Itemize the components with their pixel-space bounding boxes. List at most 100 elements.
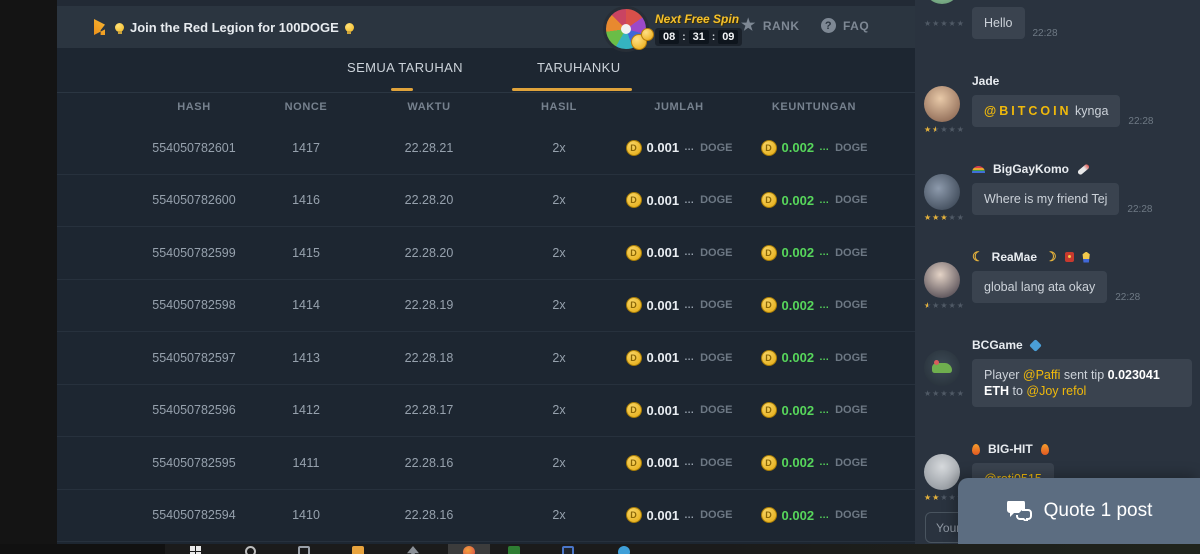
avatar[interactable] — [924, 262, 960, 298]
cell-hash: 554050782597 — [130, 351, 258, 365]
code-editor-icon[interactable] — [562, 546, 574, 554]
mention-link[interactable]: @Paffi — [1023, 368, 1060, 382]
star-icon: ★ — [924, 214, 931, 222]
avatar[interactable] — [924, 350, 960, 386]
file-explorer-icon[interactable] — [352, 546, 364, 554]
official-badge-icon — [1029, 339, 1042, 352]
spin-countdown-timer: 08 : 31 : 09 — [655, 28, 742, 46]
username[interactable]: BigGayKomo — [993, 162, 1069, 176]
star-icon: ★ — [949, 214, 956, 222]
fire-icon — [972, 444, 980, 455]
table-row[interactable]: 554050782600 1416 22.28.20 2x D 0.001… D… — [57, 175, 915, 228]
star-half-icon: ★★ — [924, 302, 931, 310]
star-icon: ★ — [940, 214, 947, 222]
doge-coin-icon: D — [626, 507, 642, 523]
app-icon[interactable] — [407, 546, 419, 554]
username[interactable]: ReaMae — [992, 250, 1037, 264]
cell-nonce: 1413 — [258, 351, 354, 365]
main-area: Join the Red Legion for 100DOGE Next Fre… — [57, 0, 915, 544]
tab-all-bets[interactable]: SEMUA TARUHAN — [347, 60, 463, 75]
chat-bubble: @BITCOIN kynga — [972, 95, 1120, 127]
crocodile-avatar-icon — [932, 363, 952, 373]
star-icon: ★ — [932, 494, 939, 502]
header-nonce: NONCE — [258, 101, 354, 113]
cell-waktu: 22.28.16 — [354, 508, 504, 522]
table-row[interactable]: 554050782601 1417 22.28.21 2x D 0.001… D… — [57, 122, 915, 175]
cell-jumlah: D 0.001… DOGE — [614, 192, 744, 208]
left-black-strip — [0, 0, 57, 554]
cell-keuntungan: D 0.002… DOGE — [744, 507, 884, 523]
chat-bubble: Player @Paffi sent tip 0.023041 ETH to @… — [972, 359, 1192, 407]
cell-hasil: 2x — [504, 298, 614, 312]
coin-icon — [641, 28, 654, 41]
table-row[interactable]: 554050782599 1415 22.28.20 2x D 0.001… D… — [57, 227, 915, 280]
username[interactable]: BIG-HIT — [988, 442, 1033, 456]
cell-hash: 554050782599 — [130, 246, 258, 260]
star-icon: ★ — [932, 214, 939, 222]
chat-message-list[interactable]: ★★★★★ Joy refol Hello 22:28 ★★★★★★ Jade — [915, 0, 1200, 504]
avatar[interactable] — [924, 0, 960, 4]
currency-label: DOGE — [835, 247, 867, 259]
cell-keuntungan: D 0.002… DOGE — [744, 297, 884, 313]
username[interactable]: BCGame — [972, 338, 1023, 352]
app-root: Join the Red Legion for 100DOGE Next Fre… — [0, 0, 1200, 554]
announcement-bar: Join the Red Legion for 100DOGE Next Fre… — [57, 6, 915, 48]
table-row[interactable]: 554050782595 1411 22.28.16 2x D 0.001… D… — [57, 437, 915, 490]
cell-nonce: 1414 — [258, 298, 354, 312]
excel-icon[interactable] — [508, 546, 520, 554]
doge-coin-icon: D — [626, 297, 642, 313]
chat-message: ★★★★★ Joy refol Hello 22:28 — [924, 0, 1192, 39]
mention-link[interactable]: @Joy refol — [1026, 384, 1086, 398]
cell-hasil: 2x — [504, 403, 614, 417]
doge-coin-icon: D — [761, 297, 777, 313]
announcement-banner[interactable]: Join the Red Legion for 100DOGE — [85, 6, 354, 48]
header-hash: HASH — [130, 101, 258, 113]
crescent-moon-left-icon: ☾ — [972, 249, 984, 265]
profit-amount: 0.002 — [782, 350, 815, 365]
star-icon: ★ — [940, 302, 947, 310]
truncation-ellipsis: … — [684, 457, 695, 468]
profit-amount: 0.002 — [782, 403, 815, 418]
cell-keuntungan: D 0.002… DOGE — [744, 245, 884, 261]
table-row[interactable]: 554050782594 1410 22.28.16 2x D 0.001… D… — [57, 490, 915, 543]
browser-icon — [463, 546, 475, 554]
timer-seconds: 09 — [718, 30, 738, 44]
currency-label: DOGE — [700, 404, 732, 416]
header-keuntungan: KEUNTUNGAN — [744, 101, 884, 113]
windows-start-icon[interactable] — [190, 546, 202, 554]
profit-amount: 0.002 — [782, 455, 815, 470]
username[interactable]: Jade — [972, 74, 999, 88]
active-app-slot[interactable] — [448, 544, 490, 554]
cell-hasil: 2x — [504, 456, 614, 470]
doge-coin-icon: D — [761, 192, 777, 208]
avatar[interactable] — [924, 86, 960, 122]
currency-label: DOGE — [835, 299, 867, 311]
doge-coin-icon: D — [626, 192, 642, 208]
truncation-ellipsis: … — [684, 300, 695, 311]
faq-button[interactable]: ? FAQ — [821, 18, 869, 33]
search-icon[interactable] — [245, 546, 256, 554]
tab-indicator-short — [391, 88, 413, 91]
star-icon: ★ — [940, 494, 947, 502]
quote-post-label: Quote 1 post — [1044, 500, 1153, 522]
lightbulb-icon — [115, 23, 124, 32]
currency-label: DOGE — [835, 142, 867, 154]
currency-label: DOGE — [700, 352, 732, 364]
quote-post-button[interactable]: Quote 1 post — [958, 478, 1200, 544]
tab-my-bets[interactable]: TARUHANKU — [537, 60, 621, 75]
table-row[interactable]: 554050782596 1412 22.28.17 2x D 0.001… D… — [57, 385, 915, 438]
avatar[interactable] — [924, 454, 960, 490]
table-row[interactable]: 554050782597 1413 22.28.18 2x D 0.001… D… — [57, 332, 915, 385]
user-star-rating: ★★★★★★ — [924, 126, 968, 134]
bet-amount: 0.001 — [647, 508, 680, 523]
truncation-ellipsis: … — [684, 142, 695, 153]
rank-button[interactable]: ★ RANK — [741, 18, 800, 34]
avatar[interactable] — [924, 174, 960, 210]
table-row[interactable]: 554050782598 1414 22.28.19 2x D 0.001… D… — [57, 280, 915, 333]
skype-icon[interactable] — [618, 546, 630, 554]
currency-label: DOGE — [835, 509, 867, 521]
timer-separator: : — [682, 32, 685, 43]
task-view-icon[interactable] — [298, 546, 310, 554]
mention-link[interactable]: @BITCOIN — [984, 104, 1072, 118]
bet-amount: 0.001 — [647, 455, 680, 470]
